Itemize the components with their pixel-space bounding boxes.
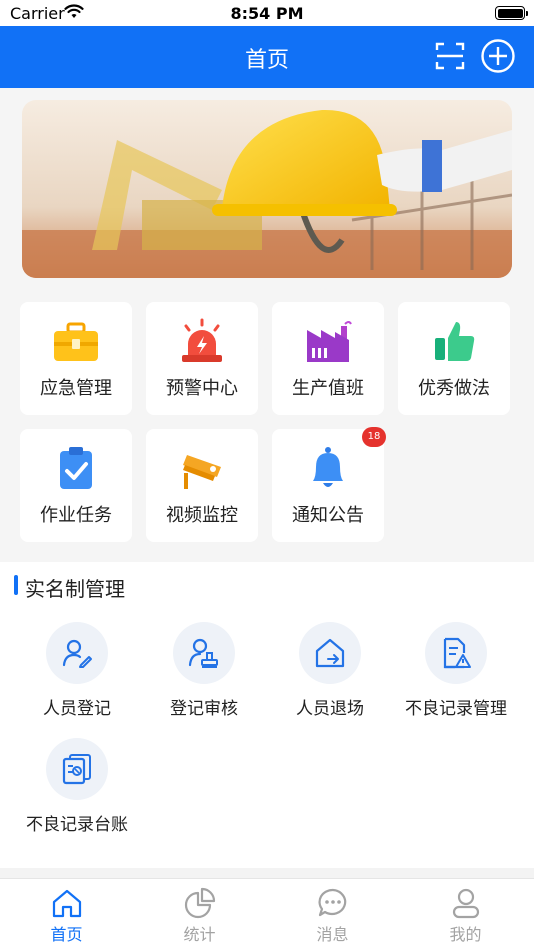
tile-label: 应急管理	[40, 378, 112, 399]
nav-bar: 首页	[0, 26, 534, 88]
battery-icon	[495, 6, 528, 20]
tile-label: 优秀做法	[418, 378, 490, 399]
factory-icon	[307, 321, 352, 362]
clipboard-check-icon	[60, 447, 92, 489]
tile-label: 通知公告	[292, 505, 364, 526]
status-bar: Carrier 8:54 PM	[0, 0, 534, 26]
scan-icon[interactable]	[434, 40, 466, 72]
thumbs-up-icon	[435, 322, 475, 361]
tile-label: 视频监控	[166, 505, 238, 526]
function-grid-section: 应急管理 预警中心 生产值班 优秀做法 作业任务 视频监控 通知公告 18	[0, 88, 534, 562]
tile-label: 生产值班	[292, 378, 364, 399]
tile-emergency-management[interactable]: 应急管理	[20, 302, 132, 415]
document-warning-icon	[425, 622, 487, 684]
realname-section: 实名制管理 人员登记 登记审核 人员退场 不良记录管理 不良记录台账	[0, 562, 534, 868]
realname-item-label: 不良记录台账	[26, 815, 128, 835]
realname-item-label: 不良记录管理	[405, 699, 507, 719]
bell-icon	[313, 447, 343, 487]
ledger-icon	[46, 738, 108, 800]
house-exit-icon	[299, 622, 361, 684]
tile-label: 作业任务	[40, 505, 112, 526]
tab-label: 我的	[449, 925, 482, 944]
tab-mine[interactable]: 我的	[399, 879, 532, 950]
tile-notices[interactable]: 通知公告 18	[272, 427, 386, 542]
tab-label: 消息	[316, 925, 349, 944]
tile-production-duty[interactable]: 生产值班	[272, 302, 384, 415]
realname-item-exit[interactable]: 人员退场	[265, 622, 395, 732]
home-icon	[52, 889, 82, 918]
tab-home[interactable]: 首页	[0, 879, 133, 950]
realname-item-bad-record-ledger[interactable]: 不良记录台账	[12, 738, 142, 848]
alarm-siren-icon	[182, 318, 222, 362]
tab-label: 首页	[50, 925, 83, 944]
unread-badge: 18	[362, 427, 386, 447]
banner-image[interactable]	[22, 100, 512, 278]
section-title: 实名制管理	[25, 577, 125, 601]
tile-warning-center[interactable]: 预警中心	[146, 302, 258, 415]
user-icon	[452, 888, 480, 919]
bottom-tab-bar: 首页 统计 消息 我的	[0, 878, 534, 950]
person-stamp-icon	[173, 622, 235, 684]
tile-video-surveillance[interactable]: 视频监控	[146, 429, 258, 542]
briefcase-icon	[54, 322, 98, 361]
tab-label: 统计	[183, 925, 216, 944]
person-edit-icon	[46, 622, 108, 684]
tile-label: 预警中心	[166, 378, 238, 399]
pie-chart-icon	[184, 887, 216, 919]
section-accent-bar	[14, 575, 18, 595]
realname-item-bad-record-management[interactable]: 不良记录管理	[391, 622, 521, 732]
status-time: 8:54 PM	[230, 4, 304, 23]
chat-bubble-icon	[318, 888, 347, 917]
tab-statistics[interactable]: 统计	[133, 879, 266, 950]
add-icon[interactable]	[480, 38, 516, 74]
tab-messages[interactable]: 消息	[266, 879, 399, 950]
tile-best-practices[interactable]: 优秀做法	[398, 302, 510, 415]
realname-item-review[interactable]: 登记审核	[139, 622, 269, 732]
realname-item-registration[interactable]: 人员登记	[12, 622, 142, 732]
cctv-camera-icon	[183, 455, 221, 489]
tile-work-tasks[interactable]: 作业任务	[20, 429, 132, 542]
